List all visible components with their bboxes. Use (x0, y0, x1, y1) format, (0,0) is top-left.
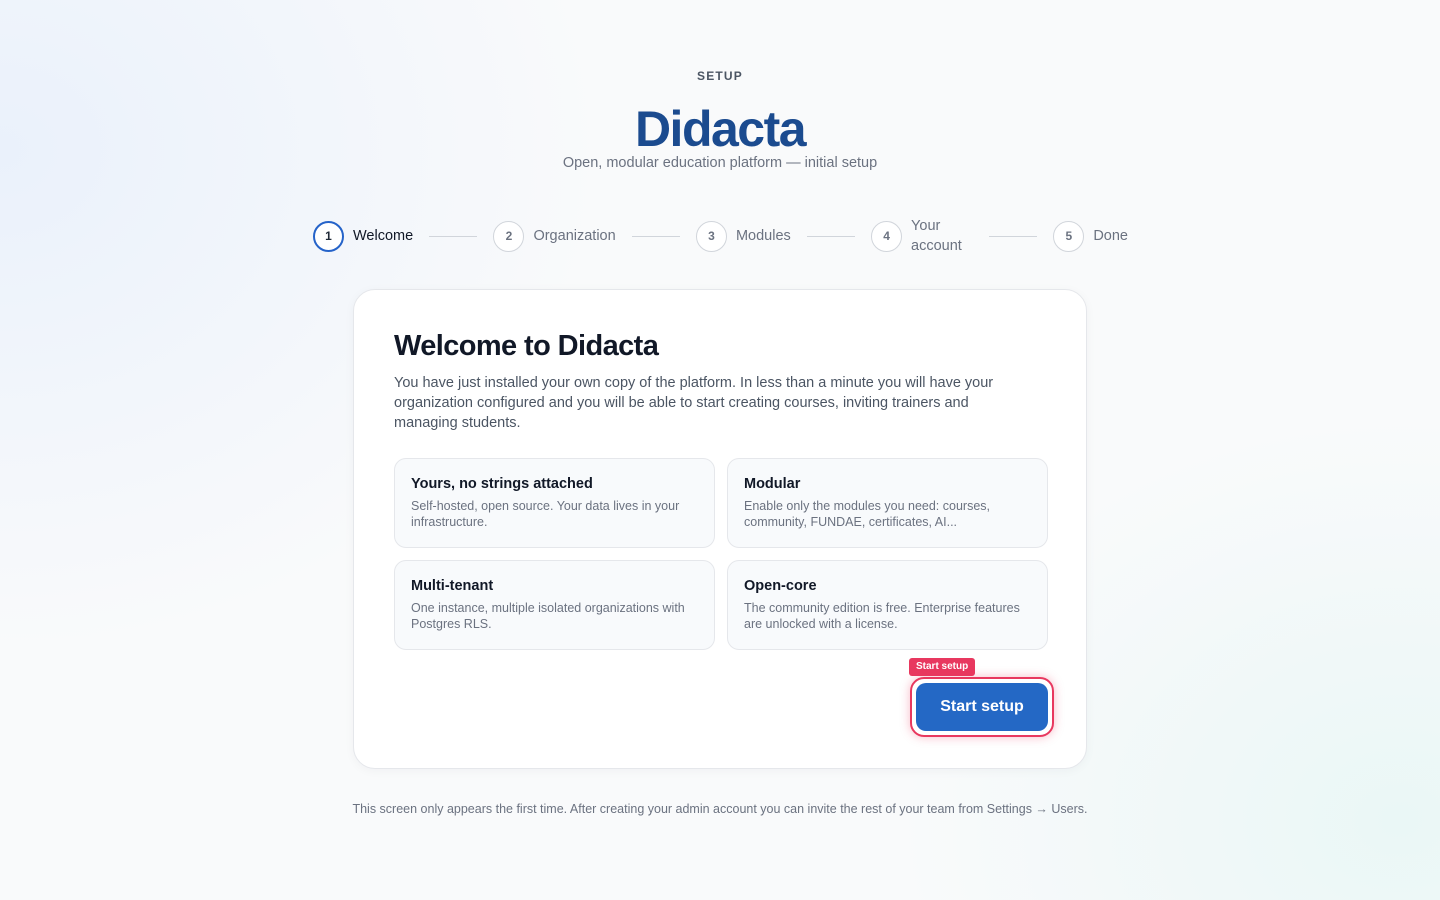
feature-card: Modular Enable only the modules you need… (727, 458, 1048, 548)
step-number: 2 (493, 220, 525, 252)
start-setup-highlight: Start setup (910, 677, 1054, 737)
step-connector (989, 235, 1038, 237)
feature-card: Yours, no strings attached Self-hosted, … (394, 458, 715, 548)
tagline: Open, modular education platform — initi… (562, 155, 878, 171)
feature-grid: Yours, no strings attached Self-hosted, … (394, 458, 1048, 650)
page-header: SETUP Didacta Open, modular education pl… (0, 69, 1440, 171)
step-welcome: 1 Welcome (313, 220, 414, 252)
step-connector (631, 235, 680, 237)
feature-desc: Enable only the modules you need: course… (744, 499, 990, 529)
feature-title: Modular (744, 476, 801, 492)
step-your-account: 4 Your account (871, 216, 973, 256)
feature-title: Yours, no strings attached (411, 476, 593, 492)
step-connector (806, 235, 855, 237)
feature-title: Multi-tenant (411, 578, 494, 594)
step-done: 5 Done (1053, 220, 1128, 252)
feature-desc: One instance, multiple isolated organiza… (411, 601, 685, 631)
start-setup-button[interactable]: Start setup (916, 683, 1048, 731)
step-label: Modules (735, 228, 791, 244)
card-intro: You have just installed your own copy of… (394, 375, 994, 431)
step-label: Your account (911, 218, 962, 254)
feature-title: Open-core (744, 578, 817, 594)
step-number: 5 (1053, 220, 1085, 252)
feature-desc: Self-hosted, open source. Your data live… (411, 499, 680, 529)
footnote: This screen only appears the first time.… (352, 802, 1088, 816)
step-number: 4 (871, 220, 903, 252)
step-organization: 2 Organization (493, 220, 616, 252)
step-label: Welcome (353, 228, 414, 244)
feature-card: Open-core The community edition is free.… (727, 560, 1048, 650)
step-modules: 3 Modules (695, 220, 791, 252)
step-number: 3 (695, 220, 727, 252)
step-connector (429, 235, 478, 237)
setup-eyebrow: SETUP (696, 69, 743, 83)
step-label: Organization (533, 228, 616, 244)
feature-card: Multi-tenant One instance, multiple isol… (394, 560, 715, 650)
welcome-card: Welcome to Didacta You have just install… (353, 289, 1087, 769)
start-setup-highlight-tag: Start setup (909, 658, 976, 676)
step-label: Done (1093, 228, 1128, 244)
step-number: 1 (313, 220, 344, 252)
card-title: Welcome to Didacta (394, 330, 659, 362)
feature-desc: The community edition is free. Enterpris… (744, 601, 1020, 631)
setup-stepper: 1 Welcome 2 Organization 3 Modules 4 You… (313, 218, 1128, 254)
